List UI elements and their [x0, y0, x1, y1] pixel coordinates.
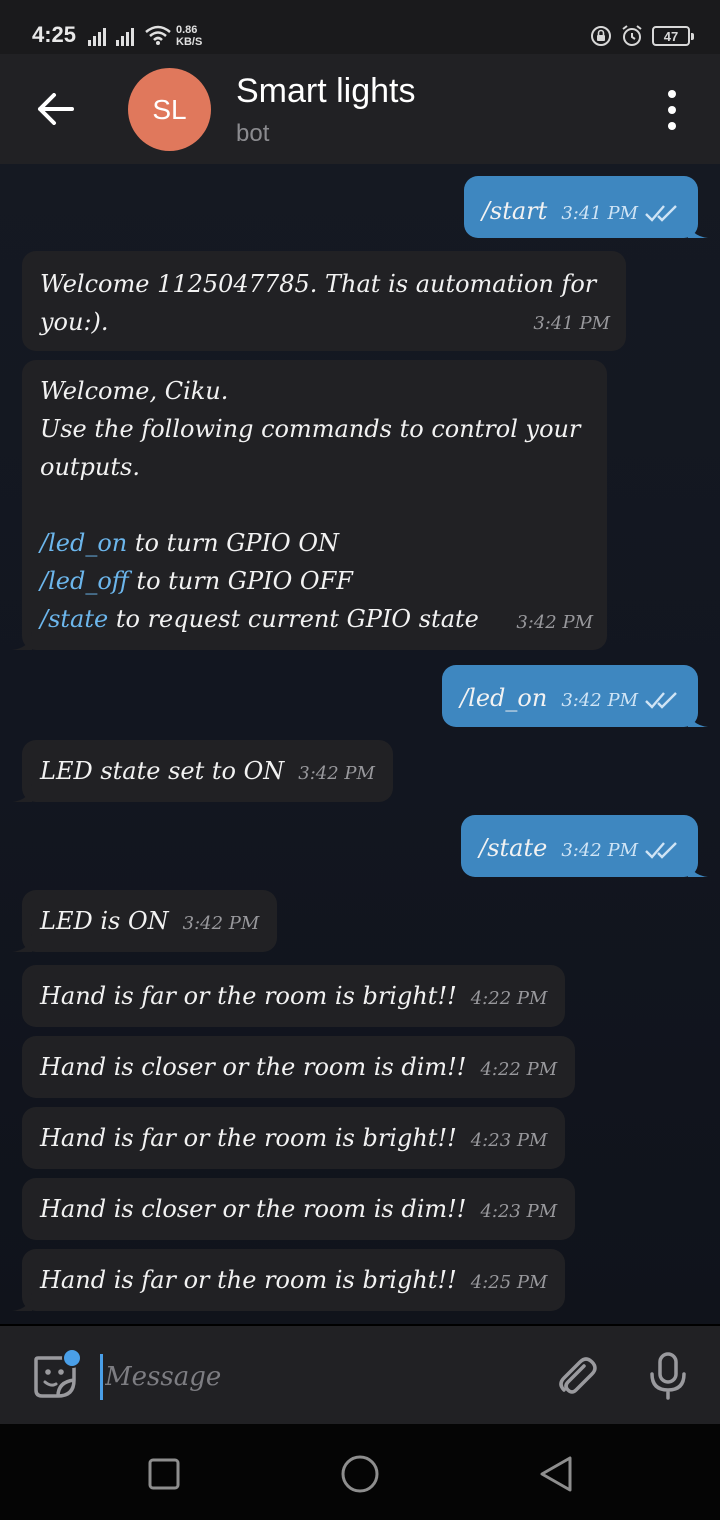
outgoing-message[interactable]: /led_on 3:42 PM — [442, 665, 708, 727]
message-text: Hand is far or the room is bright!! — [40, 1124, 457, 1152]
read-checkmarks-icon — [645, 204, 677, 222]
message-line: Welcome, Ciku. — [40, 377, 229, 405]
chat-header: SL Smart lights bot — [0, 54, 720, 164]
status-time: 4:25 — [32, 22, 77, 47]
message-time: 4:23 PM — [480, 1201, 558, 1222]
bubble-tail — [12, 1293, 32, 1311]
message-time: 4:22 PM — [470, 988, 548, 1009]
message-input[interactable] — [100, 1354, 520, 1400]
chat-subtitle: bot — [236, 120, 270, 147]
incoming-message[interactable]: Hand is closer or the room is dim!! 4:23 … — [22, 1178, 576, 1240]
message-time: 3:42 PM — [561, 690, 638, 711]
command-link-state[interactable]: /state — [40, 605, 108, 633]
incoming-message[interactable]: LED is ON 3:42 PM — [12, 890, 278, 952]
chat-title[interactable]: Smart lights — [236, 72, 416, 111]
bubble-tail — [688, 859, 708, 877]
bubble-tail — [688, 709, 708, 727]
notification-dot — [62, 1348, 82, 1368]
incoming-message[interactable]: Hand is closer or the room is dim!! 4:22 … — [22, 1036, 576, 1098]
message-line: Use the following commands to control yo… — [40, 415, 581, 481]
message-text: Hand is far or the room is bright!! — [40, 1266, 457, 1294]
home-button[interactable] — [338, 1452, 382, 1496]
incoming-message[interactable]: Hand is far or the room is bright!! 4:23 … — [22, 1107, 566, 1169]
message-time: 3:42 PM — [182, 913, 260, 934]
message-time: 3:42 PM — [561, 840, 638, 861]
network-speed: 0.86 KB/S — [176, 24, 203, 48]
incoming-message[interactable]: Hand is far or the room is bright!! 4:25 … — [12, 1249, 566, 1311]
recent-apps-button[interactable] — [144, 1454, 184, 1494]
more-options-button[interactable] — [662, 90, 682, 130]
incoming-message[interactable]: Welcome 1125047785. That is automation f… — [22, 251, 626, 351]
avatar[interactable]: SL — [128, 68, 211, 151]
status-bar: 4:25 0.86 KB/S 47 — [0, 0, 720, 54]
command-link-led-off[interactable]: /led_off — [40, 567, 129, 595]
message-text: LED is ON — [40, 907, 169, 935]
paperclip-icon[interactable] — [552, 1352, 600, 1400]
read-checkmarks-icon — [645, 691, 677, 709]
outgoing-message[interactable]: /state 3:42 PM — [461, 815, 708, 877]
dot-icon — [668, 106, 676, 114]
message-time: 3:41 PM — [561, 203, 638, 224]
command-desc: to request current GPIO state — [115, 605, 479, 633]
message-text: /start — [481, 197, 548, 225]
message-text: Hand is closer or the room is dim!! — [40, 1195, 467, 1223]
message-text: LED state set to ON — [40, 757, 285, 785]
lock-rotation-icon — [591, 26, 611, 46]
wifi-icon — [145, 25, 171, 45]
signal-icon — [116, 28, 134, 46]
incoming-message[interactable]: Welcome, Ciku. Use the following command… — [12, 360, 607, 650]
message-time: 3:42 PM — [516, 612, 593, 633]
read-checkmarks-icon — [645, 841, 677, 859]
command-desc: to turn GPIO ON — [134, 529, 340, 557]
bubble-tail — [12, 784, 32, 802]
incoming-message[interactable]: LED state set to ON 3:42 PM — [12, 740, 393, 802]
message-time: 4:25 PM — [470, 1272, 548, 1293]
signal-icon — [88, 28, 106, 46]
message-text: /state — [479, 834, 548, 862]
message-time: 3:42 PM — [298, 763, 375, 784]
microphone-icon[interactable] — [646, 1350, 690, 1402]
message-time: 4:22 PM — [480, 1059, 558, 1080]
arrow-left-icon — [38, 93, 74, 125]
incoming-message[interactable]: Hand is far or the room is bright!! 4:22 … — [22, 965, 566, 1027]
dot-icon — [668, 122, 676, 130]
message-text: /led_on — [460, 684, 548, 712]
outgoing-message[interactable]: /start 3:41 PM — [463, 176, 708, 238]
dot-icon — [668, 90, 676, 98]
message-composer — [0, 1326, 720, 1424]
back-button[interactable] — [30, 86, 80, 132]
bubble-tail — [12, 934, 32, 952]
message-list[interactable]: /start 3:41 PM Welcome 1125047785. That i… — [0, 164, 720, 1324]
back-nav-button[interactable] — [536, 1454, 576, 1494]
message-text: Hand is closer or the room is dim!! — [40, 1053, 467, 1081]
battery-icon: 47 — [652, 26, 694, 46]
command-link-led-on[interactable]: /led_on — [40, 529, 127, 557]
bubble-tail — [688, 220, 708, 238]
bubble-tail — [12, 632, 32, 650]
message-time: 3:41 PM — [533, 313, 610, 334]
message-time: 4:23 PM — [470, 1130, 548, 1151]
alarm-icon — [622, 25, 642, 46]
message-text: Hand is far or the room is bright!! — [40, 982, 457, 1010]
command-desc: to turn GPIO OFF — [136, 567, 353, 595]
system-navigation-bar — [0, 1424, 720, 1520]
